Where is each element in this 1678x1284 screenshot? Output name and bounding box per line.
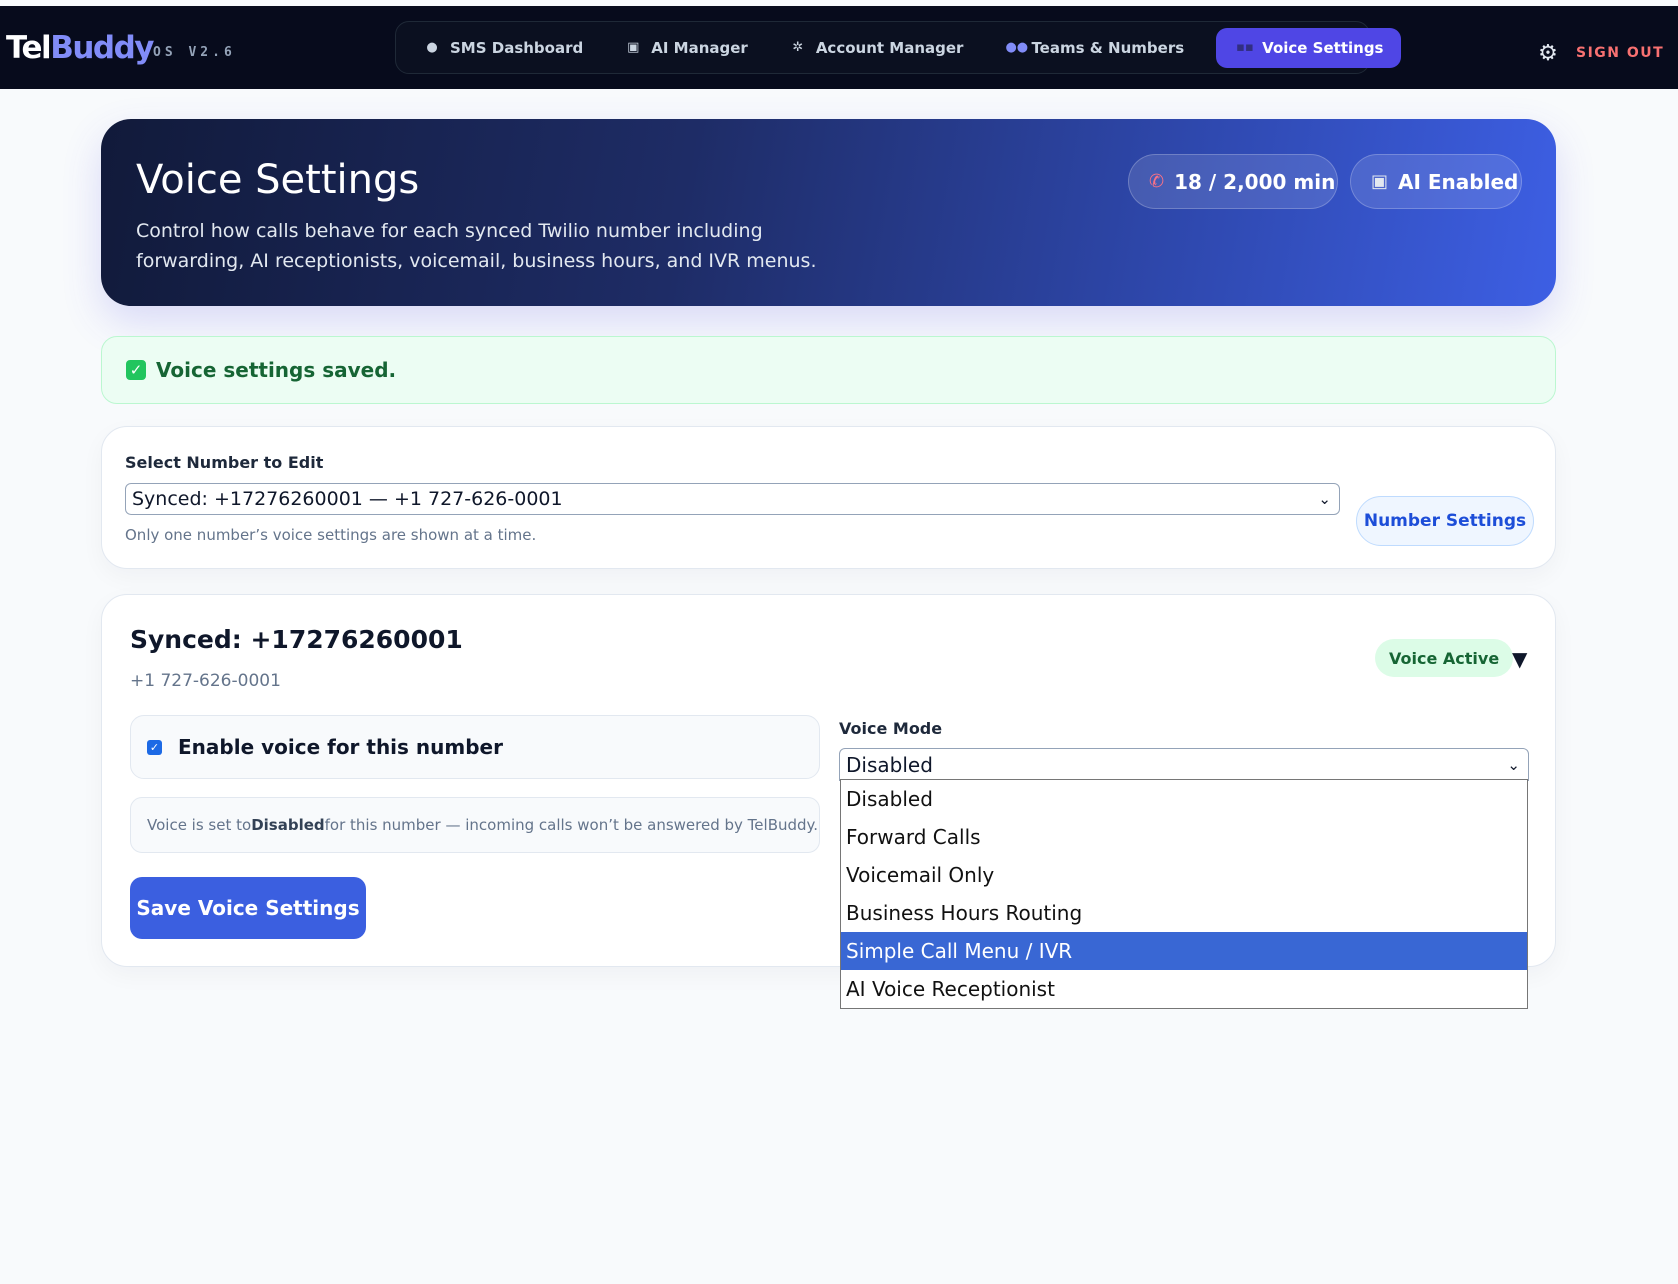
option-forward-calls[interactable]: Forward Calls [841,818,1527,856]
option-simple-call-menu-ivr[interactable]: Simple Call Menu / IVR [841,932,1527,970]
gear-icon: ✲ [792,40,804,55]
tab-voice-settings[interactable]: ▪▪ Voice Settings [1216,27,1402,68]
number-subtitle: +1 727-626-0001 [130,671,281,691]
settings-gear-icon[interactable]: ⚙ [1536,42,1560,66]
top-navigation-bar: TelBuddy OS V2.6 ● SMS Dashboard ▣ AI Ma… [0,6,1678,89]
option-business-hours-routing[interactable]: Business Hours Routing [841,894,1527,932]
page-description: Control how calls behave for each synced… [136,220,817,272]
tab-account-manager[interactable]: ✲ Account Manager [770,28,982,68]
minutes-usage-pill: ✆ 18 / 2,000 min [1128,154,1338,209]
save-voice-settings-button[interactable]: Save Voice Settings [130,877,366,939]
robot-icon: ▣ [1371,171,1389,192]
main-nav: ● SMS Dashboard ▣ AI Manager ✲ Account M… [395,21,1402,74]
selector-hint: Only one number’s voice settings are sho… [125,526,537,544]
voice-mode-label: Voice Mode [839,719,943,738]
option-voicemail-only[interactable]: Voicemail Only [841,856,1527,894]
success-alert: ✓ Voice settings saved. [101,336,1556,404]
number-title: Synced: +17276260001 [130,625,463,654]
voice-mode-select[interactable]: Disabled ⌄ [839,748,1529,781]
status-badge: Voice Active [1375,639,1514,677]
check-icon: ✓ [126,360,146,380]
tab-sms-dashboard[interactable]: ● SMS Dashboard [404,28,601,68]
version-label: OS V2.6 [153,45,236,60]
phone-icon: ✆ [1149,171,1165,192]
enable-voice-checkbox[interactable]: ✓ [147,739,162,755]
robot-icon: ▣ [627,40,640,55]
ai-status-pill: ▣ AI Enabled [1350,154,1522,209]
sign-out-button[interactable]: SIGN OUT [1576,45,1664,61]
voice-mode-info: Voice is set to ​Disabled​ for this numb… [130,797,820,853]
chevron-down-icon: ⌄ [1318,490,1331,508]
enable-voice-toggle[interactable]: ✓ Enable voice for this number [130,715,820,779]
brand-logo[interactable]: TelBuddy [6,30,154,66]
tab-teams-numbers[interactable]: ●● Teams & Numbers [985,28,1202,68]
number-select[interactable]: Synced: +17276260001 — +1 727-626-0001 ⌄ [125,483,1340,515]
collapse-caret-icon[interactable]: ▼ [1512,647,1527,671]
option-ai-voice-receptionist[interactable]: AI Voice Receptionist [841,970,1527,1008]
hero-banner: Voice Settings Control how calls behave … [101,119,1556,306]
option-disabled[interactable]: Disabled [841,780,1527,818]
number-settings-button[interactable]: Number Settings [1356,496,1534,546]
chevron-down-icon: ⌄ [1507,756,1520,774]
voice-mode-dropdown: Disabled Forward Calls Voicemail Only Bu… [840,779,1528,1009]
people-icon: ●● [1005,40,1029,55]
speech-bubble-icon: ● [426,40,438,55]
phone-icon: ▪▪ [1236,40,1254,55]
page-title: Voice Settings [136,157,420,203]
select-number-label: Select Number to Edit [125,453,324,472]
number-selector-card: Select Number to Edit Synced: +172762600… [101,426,1556,569]
tab-ai-manager[interactable]: ▣ AI Manager [605,28,766,68]
